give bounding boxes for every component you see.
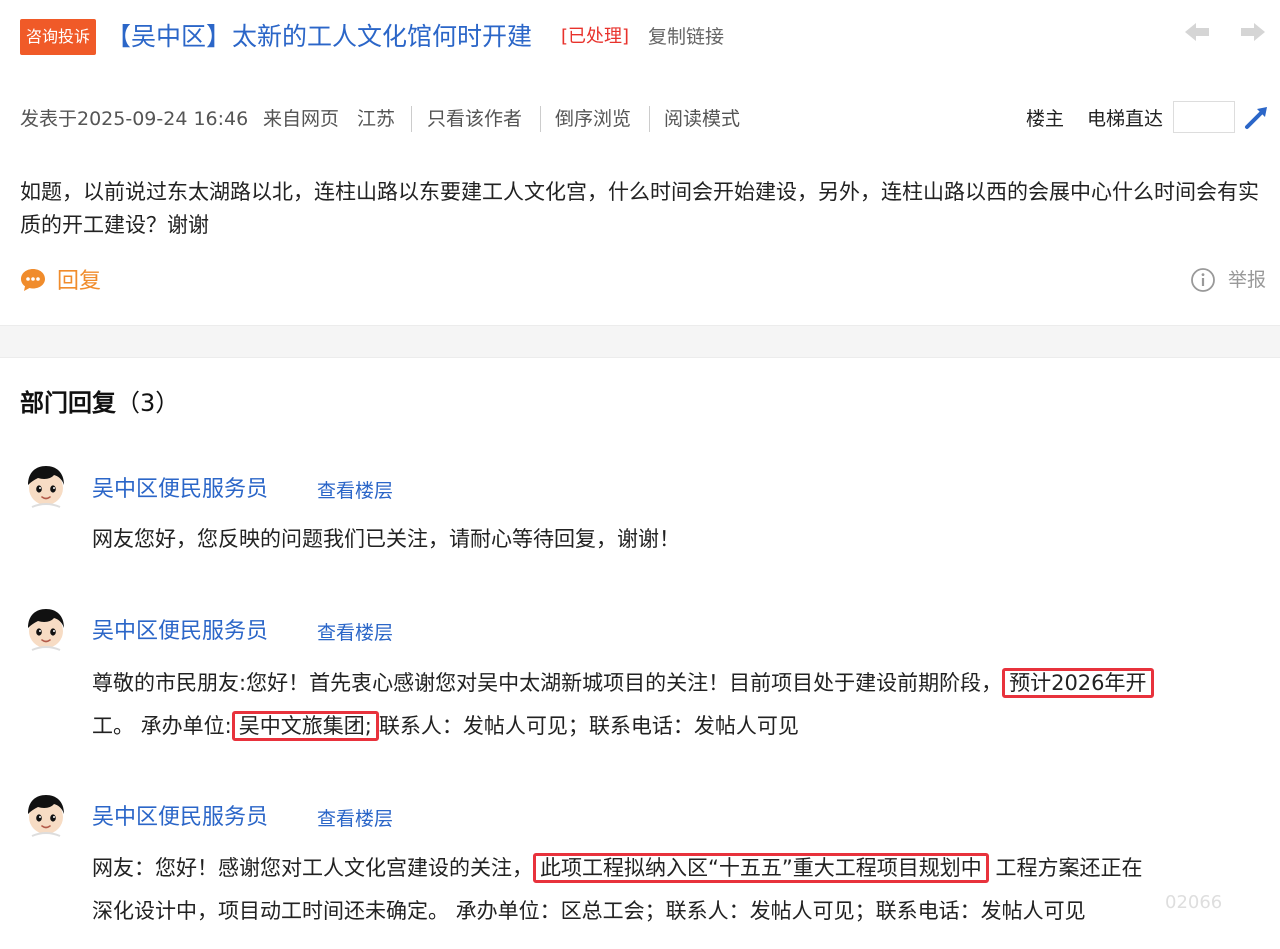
view-floor-link[interactable]: 查看楼层 [317, 804, 393, 834]
reply-text: 网友您好，您反映的问题我们已关注，请耐心等待回复，谢谢！ [92, 527, 680, 551]
divider [649, 106, 650, 132]
floor-owner-label: 楼主 [1026, 108, 1065, 130]
reply-text: 深化设计中，项目动工时间还未确定。 承办单位：区总工会；联系人：发帖人可见；联系… [92, 899, 1086, 923]
avatar[interactable] [24, 606, 68, 652]
reply-text-segment: 工程方案还正在 [995, 856, 1143, 880]
reply-text: 工。 承办单位: 吴中文旅集团; 联系人：发帖人可见；联系电话：发帖人可见 [92, 705, 799, 747]
section-title-text: 部门回复 [20, 389, 116, 417]
avatar[interactable] [24, 463, 68, 509]
view-floor-link[interactable]: 查看楼层 [317, 618, 393, 648]
reply-text: 尊敬的市民朋友:您好！首先衷心感谢您对吴中太湖新城项目的关注！目前项目处于建设前… [92, 662, 1154, 704]
jump-arrow-icon[interactable] [1244, 104, 1270, 130]
highlighted-text: 此项工程拟纳入区“十五五”重大工程项目规划中 [533, 853, 989, 883]
section-divider [0, 325, 1280, 358]
post-source: 来自网页 [263, 108, 340, 130]
highlighted-text: 吴中文旅集团; [231, 711, 379, 741]
reply-text-segment: 联系人：发帖人可见；联系电话：发帖人可见 [378, 714, 799, 738]
reply-text-segment: 工。 承办单位: [92, 714, 232, 738]
divider [540, 106, 541, 132]
view-floor-link[interactable]: 查看楼层 [317, 476, 393, 506]
replier-name[interactable]: 吴中区便民服务员 [92, 475, 268, 505]
reverse-order-link[interactable]: 倒序浏览 [555, 105, 631, 133]
divider [411, 106, 412, 132]
arrow-left-icon[interactable] [1183, 18, 1211, 46]
replier-name[interactable]: 吴中区便民服务员 [92, 617, 268, 647]
avatar[interactable] [24, 792, 68, 838]
author-only-link[interactable]: 只看该作者 [427, 105, 522, 133]
reply-button[interactable]: 回复 [57, 266, 101, 298]
reply-text-segment: 尊敬的市民朋友:您好！首先衷心感谢您对吴中太湖新城项目的关注！目前项目处于建设前… [92, 671, 1003, 695]
page-title: 太新的工人文化馆何时开建 [232, 22, 533, 51]
report-button[interactable]: 举报 [1228, 266, 1266, 294]
reply-count: （3） [116, 389, 180, 417]
district-label[interactable]: 【吴中区】 [106, 18, 231, 56]
comment-icon[interactable] [20, 267, 46, 293]
reply-text: 网友：您好！感谢您对工人文化宫建设的关注， 此项工程拟纳入区“十五五”重大工程项目… [92, 847, 1142, 889]
post-body: 如题，以前说过东太湖路以北，连柱山路以东要建工人文化宫，什么时间会开始建设，另外… [20, 180, 1259, 237]
post-date: 发表于2025-09-24 16:46 [20, 108, 249, 130]
post-region: 江苏 [357, 108, 396, 130]
category-tag: 咨询投诉 [20, 19, 97, 55]
watermark: 02066 [1165, 892, 1223, 913]
section-title: 部门回复（3） [20, 386, 179, 420]
arrow-right-icon[interactable] [1239, 18, 1267, 46]
replier-name[interactable]: 吴中区便民服务员 [92, 803, 268, 833]
read-mode-link[interactable]: 阅读模式 [664, 105, 740, 133]
highlighted-text: 预计2026年开 [1002, 668, 1154, 698]
floor-jump-input[interactable] [1173, 101, 1235, 133]
elevator-label: 电梯直达 [1087, 108, 1164, 130]
reply-text-segment: 网友：您好！感谢您对工人文化宫建设的关注， [92, 856, 533, 880]
info-icon[interactable] [1190, 267, 1216, 293]
status-badge: [已处理] [561, 26, 630, 47]
copy-link-button[interactable]: 复制链接 [648, 24, 724, 50]
